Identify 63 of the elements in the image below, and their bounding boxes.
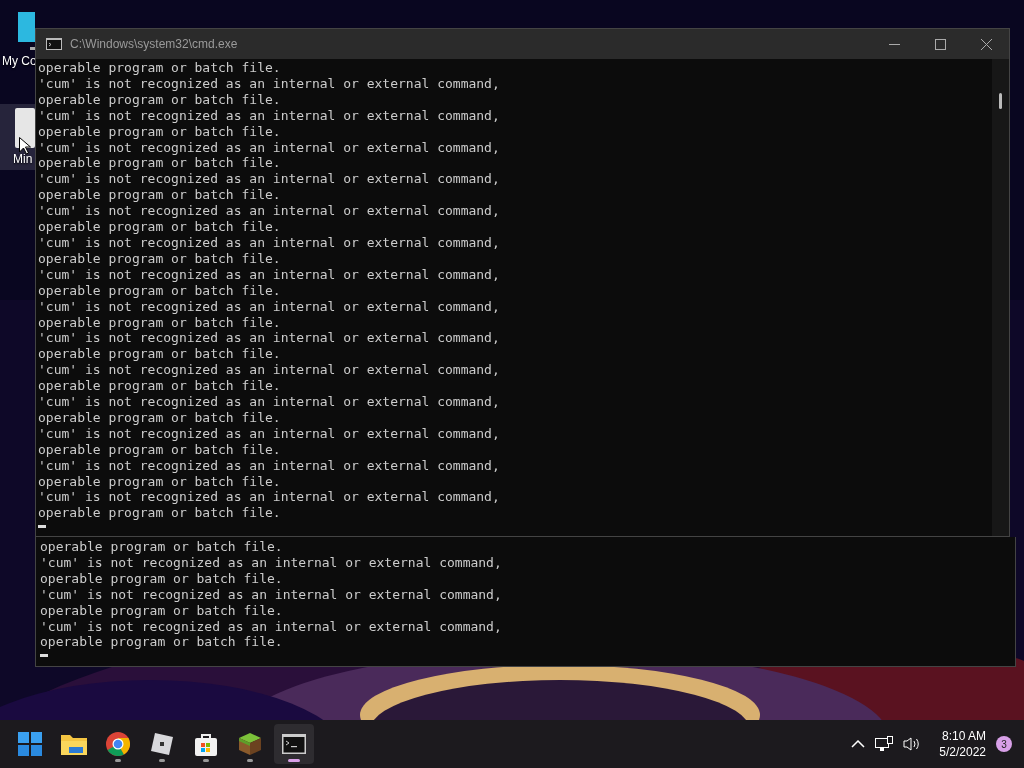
console-line: 'cum' is not recognized as an internal or external command,	[38, 203, 500, 220]
console-line: operable program or batch file.	[40, 602, 283, 619]
console-line: operable program or batch file.	[38, 123, 281, 140]
time-text: 8:10 AM	[941, 728, 986, 744]
folder-icon	[61, 733, 87, 755]
console-line: 'cum' is not recognized as an internal or external command,	[38, 139, 500, 156]
console-line: 'cum' is not recognized as an internal or external command,	[38, 171, 500, 188]
console-line: operable program or batch file.	[38, 441, 281, 458]
console-line: operable program or batch file.	[40, 570, 283, 587]
close-icon	[980, 38, 992, 50]
console-line: 'cum' is not recognized as an internal or external command,	[38, 425, 500, 442]
console-line: 'cum' is not recognized as an internal or external command,	[38, 266, 500, 283]
console-line: operable program or batch file.	[38, 187, 281, 204]
start-icon	[18, 732, 42, 756]
console-line: 'cum' is not recognized as an internal or external command,	[38, 75, 500, 92]
console-line: operable program or batch file.	[38, 282, 281, 299]
terminal-icon	[282, 734, 306, 754]
console-line: operable program or batch file.	[38, 346, 281, 363]
console-line: 'cum' is not recognized as an internal or external command,	[38, 330, 500, 347]
console-line: operable program or batch file.	[38, 250, 281, 267]
monitor-icon	[18, 12, 35, 50]
console-line: 'cum' is not recognized as an internal or external command,	[38, 298, 500, 315]
text-cursor	[38, 525, 46, 529]
file-icon	[15, 108, 35, 148]
console-line: operable program or batch file.	[40, 634, 283, 651]
console-line: 'cum' is not recognized as an internal or external command,	[38, 489, 500, 506]
minimize-icon	[888, 43, 900, 45]
notification-badge[interactable]: 3	[996, 736, 1012, 752]
maximize-icon	[934, 38, 946, 50]
taskbar-button[interactable]	[274, 724, 314, 764]
console-line: 'cum' is not recognized as an internal or external command,	[38, 234, 500, 251]
text-cursor	[40, 654, 48, 658]
date-text: 5/2/2022	[939, 744, 986, 760]
mouse-pointer-icon	[19, 137, 31, 155]
network-icon[interactable]	[875, 736, 894, 752]
speaker-icon[interactable]	[903, 736, 922, 752]
console-line: 'cum' is not recognized as an internal or external command,	[40, 586, 502, 603]
scrollbar[interactable]	[992, 59, 1009, 536]
console-line: operable program or batch file.	[38, 155, 281, 172]
console-line: 'cum' is not recognized as an internal or external command,	[38, 362, 500, 379]
console-line: operable program or batch file.	[38, 91, 281, 108]
terminal-icon	[46, 38, 62, 50]
round-logo-icon	[106, 732, 130, 756]
window-title: C:\Windows\system32\cmd.exe	[70, 37, 239, 51]
console-line: operable program or batch file.	[38, 473, 281, 490]
console-line: 'cum' is not recognized as an internal or external command,	[38, 107, 500, 124]
console-line: operable program or batch file.	[38, 314, 281, 331]
console-line: operable program or batch file.	[38, 378, 281, 395]
console-line: operable program or batch file.	[40, 539, 283, 555]
clock[interactable]: 8:10 AM 5/2/2022	[939, 728, 986, 760]
desktop-icon-label: Min	[13, 152, 33, 166]
console-line: 'cum' is not recognized as an internal or external command,	[40, 554, 502, 571]
console-line: 'cum' is not recognized as an internal or external command,	[38, 457, 500, 474]
chevron-up-icon[interactable]	[851, 740, 866, 748]
console-line: 'cum' is not recognized as an internal or external command,	[40, 618, 502, 635]
console-line: operable program or batch file.	[38, 505, 281, 522]
console-line: operable program or batch file.	[38, 409, 281, 426]
desktop-icon[interactable]: Min	[0, 104, 35, 170]
grass-block-icon	[238, 732, 262, 756]
console-line: operable program or batch file.	[38, 219, 281, 235]
shopping-bag-icon	[195, 732, 217, 756]
console-line: operable program or batch file.	[38, 60, 281, 76]
console-line: 'cum' is not recognized as an internal or external command,	[38, 394, 500, 410]
